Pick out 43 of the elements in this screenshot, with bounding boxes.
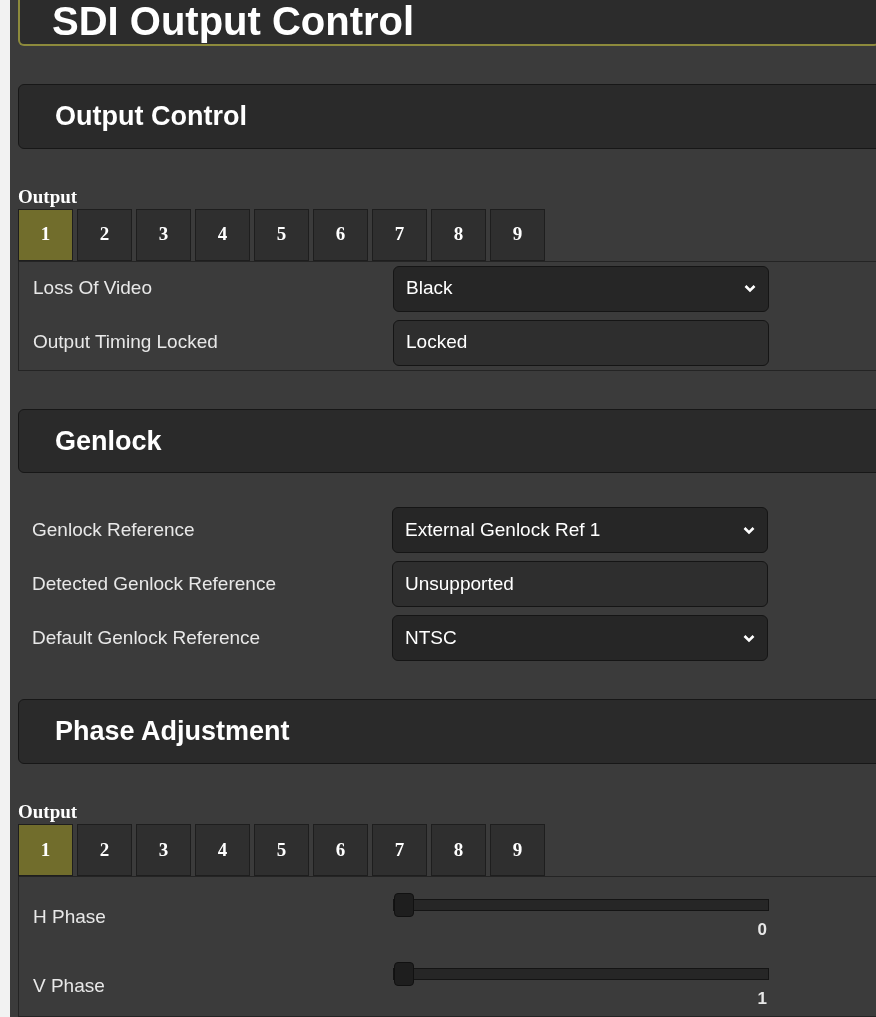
output-tab[interactable]: 2 [77,824,132,876]
dropdown[interactable]: NTSC [392,615,768,662]
field-label: Loss Of Video [33,276,153,301]
output-tab[interactable]: 4 [195,824,250,876]
output-tab[interactable]: 6 [313,208,368,261]
field-label: Genlock Reference [32,518,196,543]
output-tab[interactable]: 7 [372,824,427,876]
dropdown[interactable]: External Genlock Ref 1 [392,507,768,554]
output-tab[interactable]: 8 [431,208,486,261]
dropdown[interactable]: Black [393,265,769,312]
section-title: Phase Adjustment [55,715,290,749]
output-tab[interactable]: 5 [254,824,309,876]
output-tab[interactable]: 7 [372,208,427,261]
output-tab[interactable]: 5 [254,208,309,261]
output-tab[interactable]: 4 [195,208,250,261]
slider-thumb[interactable] [394,893,414,917]
slider-value: 1 [757,988,768,1011]
slider-value: 0 [757,919,768,941]
field-label: Detected Genlock Reference [32,572,277,597]
section-title: Output Control [55,100,247,134]
section-title: Genlock [55,424,162,458]
page-title: SDI Output Control [52,1,415,42]
output-tab[interactable]: 1 [18,824,73,876]
output-tab[interactable]: 9 [490,208,545,261]
output-tab[interactable]: 3 [136,824,191,876]
output-tab[interactable]: 1 [18,208,73,261]
output-tab[interactable]: 2 [77,208,132,261]
field-label: Output Timing Locked [33,330,219,355]
output-tab[interactable]: 6 [313,824,368,876]
output-tab[interactable]: 9 [490,824,545,876]
slider-thumb[interactable] [394,962,414,987]
chevron-down-icon [743,525,755,535]
tab-group-label: Output [18,184,79,209]
readout-field: Unsupported [392,561,768,608]
readout-field: Locked [393,319,769,366]
chevron-down-icon [743,633,755,643]
output-tab[interactable]: 3 [136,208,191,261]
field-label: Default Genlock Reference [32,626,262,651]
field-label: H Phase [33,905,107,929]
output-tab[interactable]: 8 [431,824,486,876]
chevron-down-icon [744,284,756,294]
tab-group-label: Output [18,800,79,824]
field-label: V Phase [33,974,106,999]
